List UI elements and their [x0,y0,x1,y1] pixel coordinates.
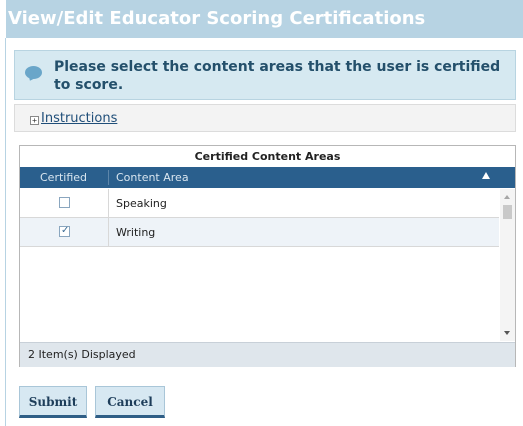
column-divider [108,170,109,185]
content-area-cell: Writing [116,226,156,239]
certified-checkbox[interactable]: ✓ [59,225,70,237]
dialog-left-border [5,38,6,426]
info-message-text: Please select the content areas that the… [54,59,501,93]
grid-caption: Certified Content Areas [194,150,341,163]
grid-header: Certified Content Area [20,167,515,188]
grid-footer: 2 Item(s) Displayed [20,342,515,367]
sort-ascending-icon[interactable] [482,172,490,179]
table-row[interactable]: ✓ Writing [20,218,499,247]
submit-button[interactable]: Submit [19,386,87,418]
dialog-title-bar: View/Edit Educator Scoring Certification… [6,0,523,38]
cancel-button[interactable]: Cancel [95,386,165,418]
content-areas-grid: Certified Content Areas Certified Conten… [19,145,516,367]
checkmark-icon: ✓ [61,225,70,236]
column-header-certified[interactable]: Certified [40,171,87,184]
instructions-panel: + Instructions [14,104,516,132]
certified-cell [20,189,109,217]
content-area-cell: Speaking [116,197,167,210]
speech-bubble-icon [25,66,42,79]
expand-icon[interactable]: + [30,116,39,125]
table-row[interactable]: Speaking [20,189,499,218]
info-message-box: Please select the content areas that the… [14,50,516,100]
instructions-link[interactable]: Instructions [41,111,117,126]
scroll-thumb[interactable] [503,205,512,219]
items-displayed-count: 2 Item(s) Displayed [28,348,136,361]
scroll-down-icon[interactable] [504,331,510,335]
certified-checkbox[interactable] [59,197,70,208]
vertical-scrollbar[interactable] [500,189,515,341]
scroll-up-icon[interactable] [504,195,510,199]
certified-cell: ✓ [20,218,109,246]
column-header-content-area[interactable]: Content Area [116,171,189,184]
dialog-title: View/Edit Educator Scoring Certification… [8,8,426,29]
